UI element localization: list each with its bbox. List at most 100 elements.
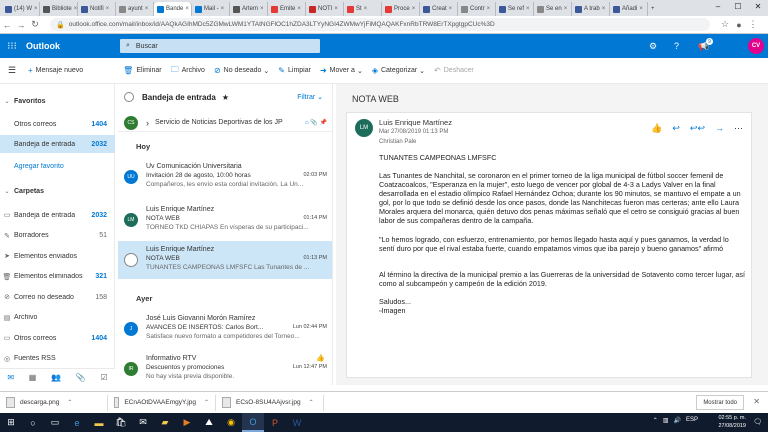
minimize-icon[interactable]: –: [708, 0, 728, 16]
tab-close-icon[interactable]: ×: [145, 6, 149, 12]
tab-close-icon[interactable]: ×: [449, 6, 453, 12]
chevron-up-icon[interactable]: ⌃: [309, 399, 314, 406]
task-view-icon[interactable]: ▭: [44, 413, 66, 432]
close-window-icon[interactable]: ✕: [748, 0, 768, 16]
folder-icon[interactable]: ▰: [154, 413, 176, 432]
browser-tab[interactable]: Mail - ×: [192, 2, 230, 16]
folder-item[interactable]: ➤ Elementos enviados: [0, 247, 115, 265]
start-windows-icon[interactable]: ⊞: [0, 413, 22, 432]
browser-tab[interactable]: Notifi ×: [78, 2, 116, 16]
maximize-icon[interactable]: ☐: [728, 0, 748, 16]
chrome-icon[interactable]: ◉: [220, 413, 242, 432]
browser-tab[interactable]: Se ref ×: [496, 2, 534, 16]
network-icon[interactable]: ▥: [663, 417, 669, 424]
browser-tab[interactable]: ayunt ×: [116, 2, 154, 16]
forward-icon[interactable]: →: [715, 123, 724, 134]
file-explorer-icon[interactable]: ▬: [88, 413, 110, 432]
new-message-button[interactable]: + Mensaje nuevo: [28, 66, 83, 75]
message-row[interactable]: Luis Enrique Martínez NOTA WEB 01:13 PM TUN…: [118, 241, 332, 279]
tab-close-icon[interactable]: ×: [364, 6, 368, 12]
calendar-icon[interactable]: ▦: [29, 373, 37, 382]
url-field[interactable]: 🔒 outlook.office.com/mail/inbox/id/AAQkA…: [50, 18, 710, 31]
new-tab-button[interactable]: +: [648, 2, 658, 16]
more-options-icon[interactable]: ⋯: [734, 123, 743, 134]
volume-icon[interactable]: 🔊: [674, 417, 681, 424]
tab-close-icon[interactable]: ×: [564, 6, 568, 12]
reply-all-icon[interactable]: ↩↩: [690, 123, 705, 134]
fav-item-bandeja[interactable]: Bandeja de entrada 2032: [0, 135, 115, 153]
chevron-up-icon[interactable]: ⌃: [204, 399, 209, 406]
settings-gear-icon[interactable]: ⚙: [649, 41, 657, 52]
pinned-message-row[interactable]: CS › Servicio de Noticias Deportivas de lo…: [118, 114, 332, 132]
search-box[interactable]: ⌕ Buscar: [120, 39, 320, 53]
filter-button[interactable]: Filtrar ⌄: [297, 93, 323, 101]
reply-icon[interactable]: ↩: [672, 123, 680, 134]
browser-tab[interactable]: Emite ×: [268, 2, 306, 16]
browser-tab[interactable]: Se en ×: [534, 2, 572, 16]
word-icon[interactable]: W: [286, 413, 308, 432]
message-row[interactable]: LM Luis Enrique Martínez NOTA WEB 01:14 PM T…: [118, 201, 332, 239]
browser-tab[interactable]: St ×: [344, 2, 382, 16]
folder-item[interactable]: ▭ Bandeja de entrada 2032: [0, 206, 115, 224]
tag-icon[interactable]: ⌂ 📎 📌: [305, 119, 327, 126]
browser-tab[interactable]: Creat ×: [420, 2, 458, 16]
favoritos-header[interactable]: ⌄ Favoritos: [0, 92, 115, 110]
folder-item[interactable]: ▤ Archivo: [0, 309, 115, 327]
download-item[interactable]: descarga.png ⌃: [0, 394, 108, 411]
todo-icon[interactable]: ☑: [100, 373, 107, 382]
folder-item[interactable]: 🗑 Elementos eliminados 321: [0, 268, 115, 286]
clock[interactable]: 02:55 p. m. 27/08/2019: [718, 414, 746, 430]
close-download-bar-icon[interactable]: ✕: [753, 397, 760, 406]
media-player-icon[interactable]: ▶: [176, 413, 198, 432]
tab-close-icon[interactable]: ×: [602, 6, 606, 12]
tab-close-icon[interactable]: ×: [106, 6, 110, 12]
message-row[interactable]: UU Uv Comunicación Universitaria Invitació…: [118, 158, 332, 196]
favorite-star-icon[interactable]: ★: [222, 93, 229, 102]
fav-item-otros-correos[interactable]: Otros correos 1404: [0, 115, 115, 133]
app-launcher-icon[interactable]: ⁝⁝⁝: [0, 41, 24, 52]
agregar-favorito-link[interactable]: Agregar favorito: [0, 157, 115, 175]
back-icon[interactable]: ←: [0, 20, 14, 30]
forward-icon[interactable]: →: [14, 20, 28, 30]
chevron-right-icon[interactable]: ›: [146, 118, 149, 128]
tab-close-icon[interactable]: ×: [487, 6, 491, 12]
tab-close-icon[interactable]: ×: [221, 6, 225, 12]
browser-tab[interactable]: Bande ×: [154, 2, 192, 16]
tab-close-icon[interactable]: ×: [185, 6, 189, 12]
like-icon[interactable]: 👍: [651, 123, 662, 134]
command-archivo-button[interactable]: 🗀 Archivo: [171, 64, 205, 78]
tab-close-icon[interactable]: ×: [334, 6, 338, 12]
browser-tab[interactable]: NOTI ×: [306, 2, 344, 16]
store-icon[interactable]: 🛍: [110, 413, 132, 432]
tab-close-icon[interactable]: ×: [412, 6, 416, 12]
browser-tab[interactable]: Artem ×: [230, 2, 268, 16]
notifications-icon[interactable]: 🗨: [753, 418, 762, 426]
command-limpiar-button[interactable]: ✎ Limpiar: [278, 66, 311, 75]
edge-icon[interactable]: e: [66, 413, 88, 432]
download-item[interactable]: ECnAOtDVAAEmgyY.jpg ⌃: [108, 394, 216, 411]
folder-item[interactable]: ▭ Otros correos 1404: [0, 329, 115, 347]
help-icon[interactable]: ?: [674, 41, 679, 51]
folder-item[interactable]: ⊘ Correo no deseado 158: [0, 288, 115, 306]
people-icon[interactable]: 👥: [51, 373, 61, 382]
recipient[interactable]: Christian Pale: [379, 139, 416, 145]
download-item[interactable]: ECsO-8SU4AAjvsr.jpg ⌃: [216, 394, 324, 411]
show-all-button[interactable]: Mostrar todo: [696, 395, 744, 410]
powerpoint-icon[interactable]: P: [264, 413, 286, 432]
message-row[interactable]: IR Informativo RTV Descuentos y promocione…: [118, 350, 332, 385]
taskbar-search-icon[interactable]: ○: [22, 413, 44, 432]
browser-tab[interactable]: Contr ×: [458, 2, 496, 16]
browser-tab[interactable]: Proce ×: [382, 2, 420, 16]
browser-tab[interactable]: A trab ×: [572, 2, 610, 16]
command-no-deseado-button[interactable]: ⊘ No deseado ⌄: [214, 66, 269, 75]
chevron-up-icon[interactable]: ⌃: [67, 399, 72, 406]
browser-tab[interactable]: Bibliote ×: [40, 2, 78, 16]
tray-up-arrow-icon[interactable]: ⌃: [653, 417, 658, 424]
language-indicator[interactable]: ESP: [686, 417, 698, 424]
tab-close-icon[interactable]: ×: [74, 6, 77, 12]
bookmark-star-icon[interactable]: ☆: [718, 19, 732, 30]
user-avatar[interactable]: CV: [748, 38, 764, 54]
browser-menu-icon[interactable]: ⋮: [746, 19, 760, 30]
command-eliminar-button[interactable]: 🗑 Eliminar: [123, 66, 161, 75]
hamburger-menu-icon[interactable]: ☰: [0, 65, 24, 76]
